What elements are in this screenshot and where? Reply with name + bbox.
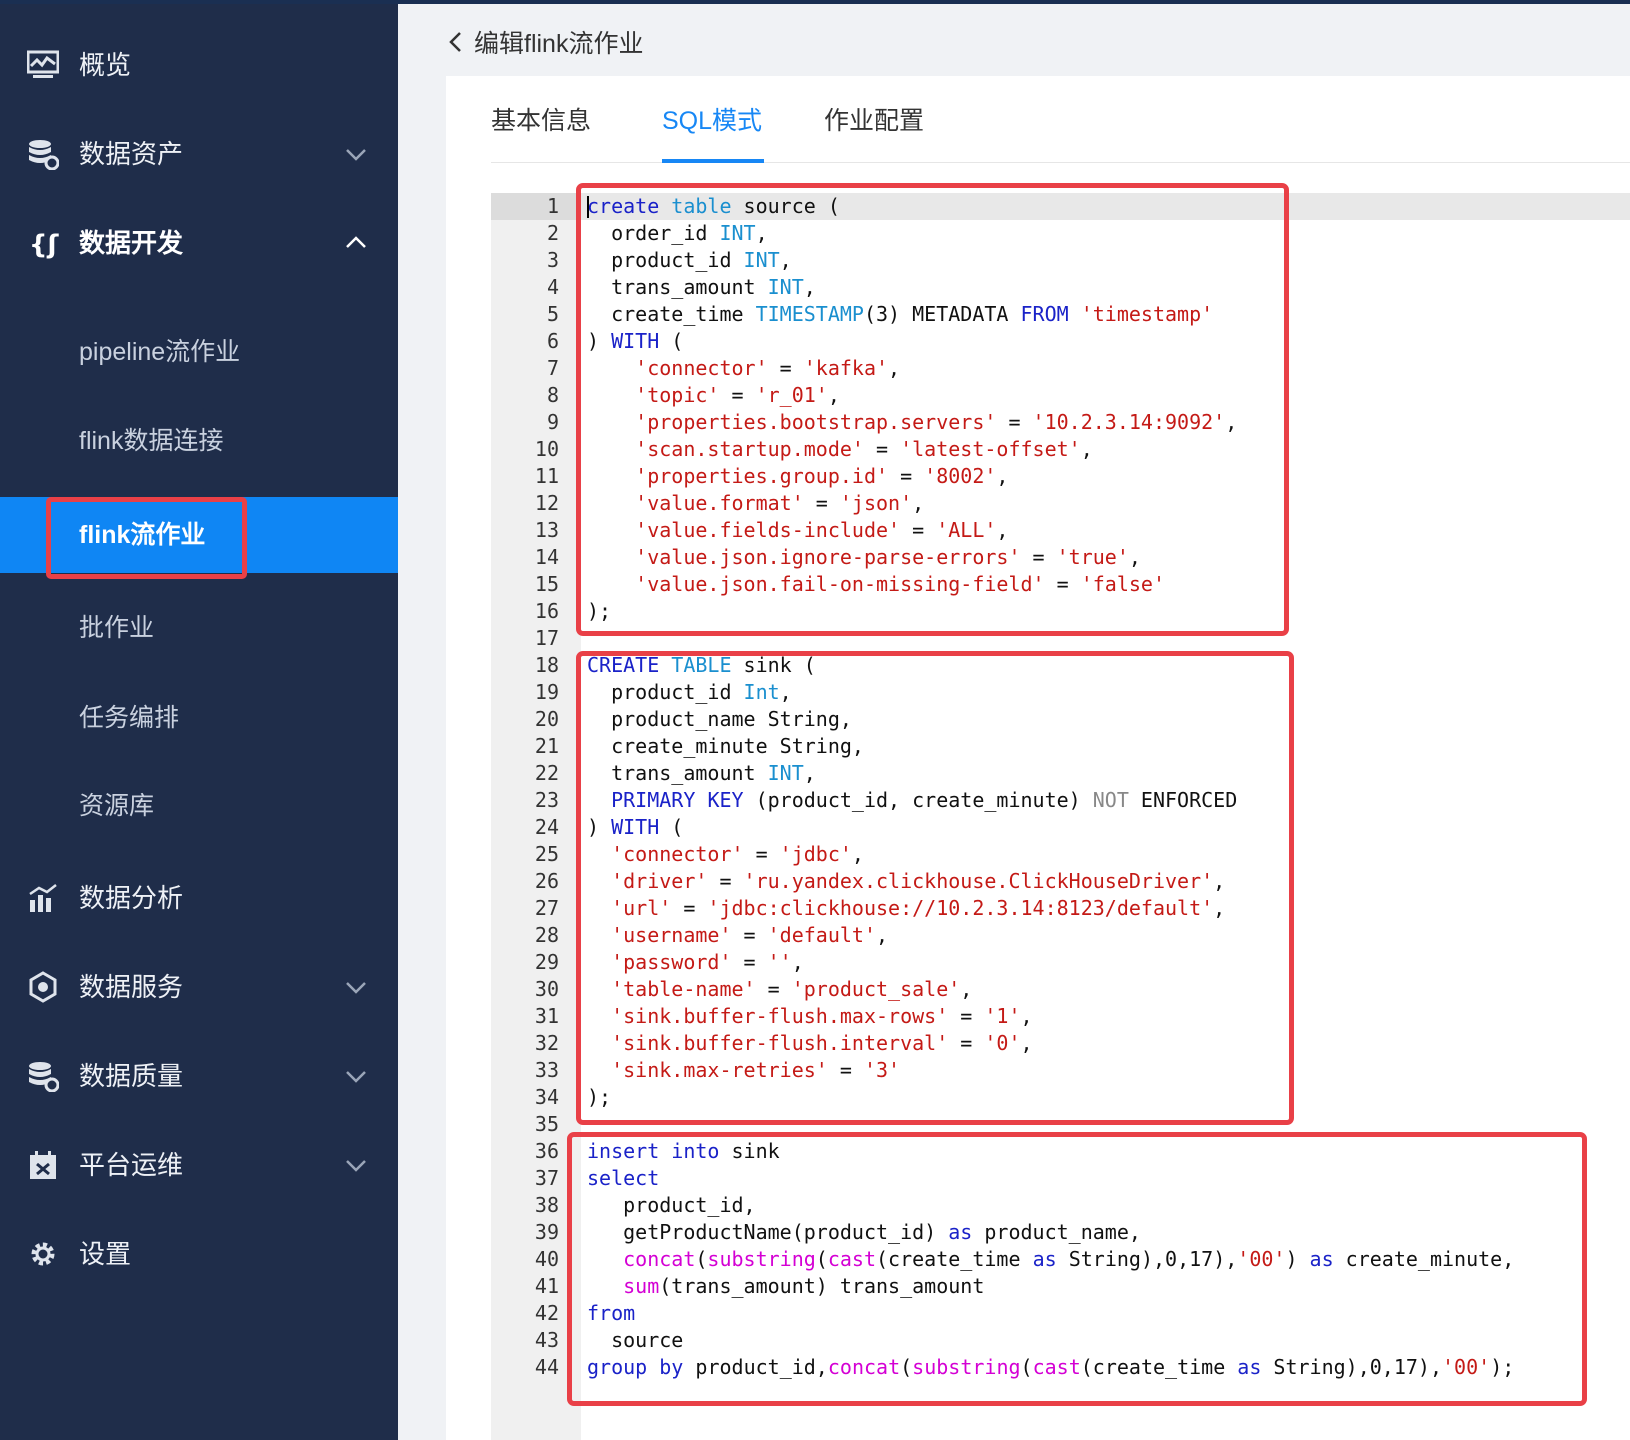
line-number: 26 (534, 869, 559, 893)
line-number: 20 (534, 707, 559, 731)
line-number: 4 (546, 275, 559, 299)
chevron-down-icon (346, 1160, 366, 1172)
page-title: 编辑flink流作业 (474, 30, 644, 58)
sidebar-item-label: 平台运维 (79, 1150, 184, 1180)
line-number: 38 (534, 1193, 559, 1217)
highlight-box-sidebar (46, 497, 247, 579)
highlight-box-insert-query (567, 1132, 1587, 1406)
sidebar: 概览 数据资产 {ʃ} 数据开发 pipeline流作业 flink数据连接 f… (0, 0, 398, 1440)
tab-sql-mode[interactable]: SQL模式 (662, 105, 762, 137)
database-icon (26, 138, 60, 170)
line-number: 37 (534, 1166, 559, 1190)
line-number: 1 (546, 194, 559, 218)
sidebar-item-data-analysis[interactable]: 数据分析 (0, 868, 398, 928)
chevron-up-icon (346, 236, 366, 248)
sidebar-item-data-quality[interactable]: 数据质量 (0, 1046, 398, 1106)
line-number: 13 (534, 518, 559, 542)
line-number: 42 (534, 1301, 559, 1325)
sidebar-item-label: 数据质量 (79, 1061, 184, 1091)
chevron-left-icon (449, 32, 461, 52)
chevron-down-icon (346, 1071, 366, 1083)
sidebar-subitem-label: 批作业 (79, 614, 155, 642)
line-number: 28 (534, 923, 559, 947)
sidebar-item-data-dev[interactable]: {ʃ} 数据开发 (0, 213, 398, 273)
sidebar-subitem-label: 资源库 (79, 792, 155, 820)
line-number: 30 (534, 977, 559, 1001)
line-number: 5 (546, 302, 559, 326)
line-number: 17 (534, 626, 559, 650)
line-number: 39 (534, 1220, 559, 1244)
sidebar-item-label: 数据开发 (79, 228, 184, 258)
sidebar-item-overview[interactable]: 概览 (0, 35, 398, 95)
sidebar-item-platform-ops[interactable]: 平台运维 (0, 1135, 398, 1195)
sidebar-subitem-flink-connection[interactable]: flink数据连接 (0, 403, 398, 479)
line-number: 23 (534, 788, 559, 812)
line-number: 43 (534, 1328, 559, 1352)
sidebar-item-label: 设置 (79, 1239, 132, 1269)
line-number: 44 (534, 1355, 559, 1379)
line-number: 35 (534, 1112, 559, 1136)
tab-basic-info[interactable]: 基本信息 (491, 105, 591, 137)
line-number: 3 (546, 248, 559, 272)
sidebar-subitem-pipeline[interactable]: pipeline流作业 (0, 314, 398, 390)
line-number: 7 (546, 356, 559, 380)
chevron-down-icon (346, 149, 366, 161)
bar-chart-icon (26, 882, 60, 914)
line-number: 24 (534, 815, 559, 839)
line-number: 22 (534, 761, 559, 785)
line-number: 34 (534, 1085, 559, 1109)
chevron-down-icon (346, 982, 366, 994)
service-gear-icon (26, 971, 60, 1003)
highlight-box-sink-table (576, 651, 1294, 1125)
line-number: 8 (546, 383, 559, 407)
code-dev-icon: {ʃ} (26, 227, 60, 259)
line-number: 12 (534, 491, 559, 515)
line-number: 25 (534, 842, 559, 866)
line-number: 19 (534, 680, 559, 704)
line-number: 14 (534, 545, 559, 569)
sidebar-item-settings[interactable]: 设置 (0, 1224, 398, 1284)
line-number: 32 (534, 1031, 559, 1055)
tab-job-config[interactable]: 作业配置 (824, 105, 924, 137)
line-number: 10 (534, 437, 559, 461)
line-number: 15 (534, 572, 559, 596)
line-number: 9 (546, 410, 559, 434)
sidebar-subitem-resource-library[interactable]: 资源库 (0, 768, 398, 844)
sidebar-item-label: 数据资产 (79, 139, 184, 169)
gear-icon (26, 1238, 60, 1270)
line-number: 18 (534, 653, 559, 677)
monitor-chart-icon (26, 49, 60, 81)
line-number: 31 (534, 1004, 559, 1028)
top-border (0, 0, 1630, 4)
line-number: 29 (534, 950, 559, 974)
line-number: 11 (534, 464, 559, 488)
line-number: 21 (534, 734, 559, 758)
database-quality-icon (26, 1060, 60, 1092)
sidebar-subitem-batch-job[interactable]: 批作业 (0, 590, 398, 666)
sidebar-subitem-label: pipeline流作业 (79, 338, 241, 366)
active-tab-indicator (662, 159, 764, 163)
highlight-box-source-table (576, 183, 1289, 636)
line-number: 16 (534, 599, 559, 623)
line-number: 41 (534, 1274, 559, 1298)
sidebar-item-label: 概览 (79, 50, 132, 80)
sidebar-item-data-service[interactable]: 数据服务 (0, 957, 398, 1017)
calendar-ops-icon (26, 1149, 60, 1181)
line-number: 27 (534, 896, 559, 920)
sidebar-subitem-task-orchestration[interactable]: 任务编排 (0, 680, 398, 756)
line-number: 40 (534, 1247, 559, 1271)
line-number: 6 (546, 329, 559, 353)
sidebar-subitem-label: 任务编排 (79, 704, 180, 732)
sidebar-item-data-assets[interactable]: 数据资产 (0, 124, 398, 184)
line-number: 2 (546, 221, 559, 245)
sidebar-subitem-label: flink数据连接 (79, 427, 224, 455)
line-number: 36 (534, 1139, 559, 1163)
back-link[interactable]: 编辑flink流作业 (446, 24, 643, 60)
sidebar-item-label: 数据分析 (79, 883, 184, 913)
svg-text:{ʃ}: {ʃ} (29, 230, 59, 259)
sidebar-item-label: 数据服务 (79, 972, 184, 1002)
line-number: 33 (534, 1058, 559, 1082)
